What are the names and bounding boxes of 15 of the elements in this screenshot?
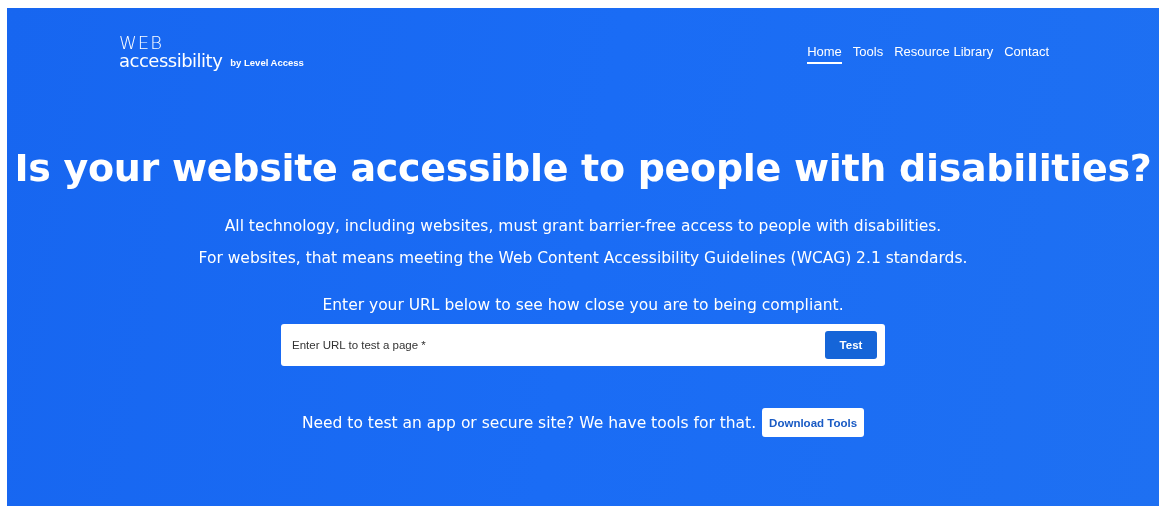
hero-text: All technology, including websites, must grant barrier-free access to people with disabilities. [224, 216, 942, 237]
url-prompt: Enter your URL below to see how close you are to being compliant. [322, 296, 844, 314]
test-button[interactable]: Test [825, 331, 877, 359]
nav-link[interactable]: Contact [1004, 44, 1049, 64]
logo-name: accessibility [119, 52, 223, 70]
tools-text: Need to test an app or secure site? We have tools for that. [301, 413, 757, 432]
hero-text: For websites, that means meeting the Web Content Accessibility Guidelines (WCAG) 2.1 standards. [198, 248, 968, 269]
url-field[interactable]: Enter URL to test a page * Test [281, 324, 885, 366]
logo-wordmark: WEB [119, 34, 164, 52]
hero-title: Is your website accessible to people with disabilities? [14, 146, 1152, 190]
logo-byline: by Level Access [230, 57, 304, 68]
nav-link[interactable]: Resource Library [894, 44, 994, 64]
download-tools-button[interactable]: Download Tools [762, 408, 865, 437]
nav-link[interactable]: Home [807, 44, 842, 64]
nav-link[interactable]: Tools [852, 44, 884, 64]
